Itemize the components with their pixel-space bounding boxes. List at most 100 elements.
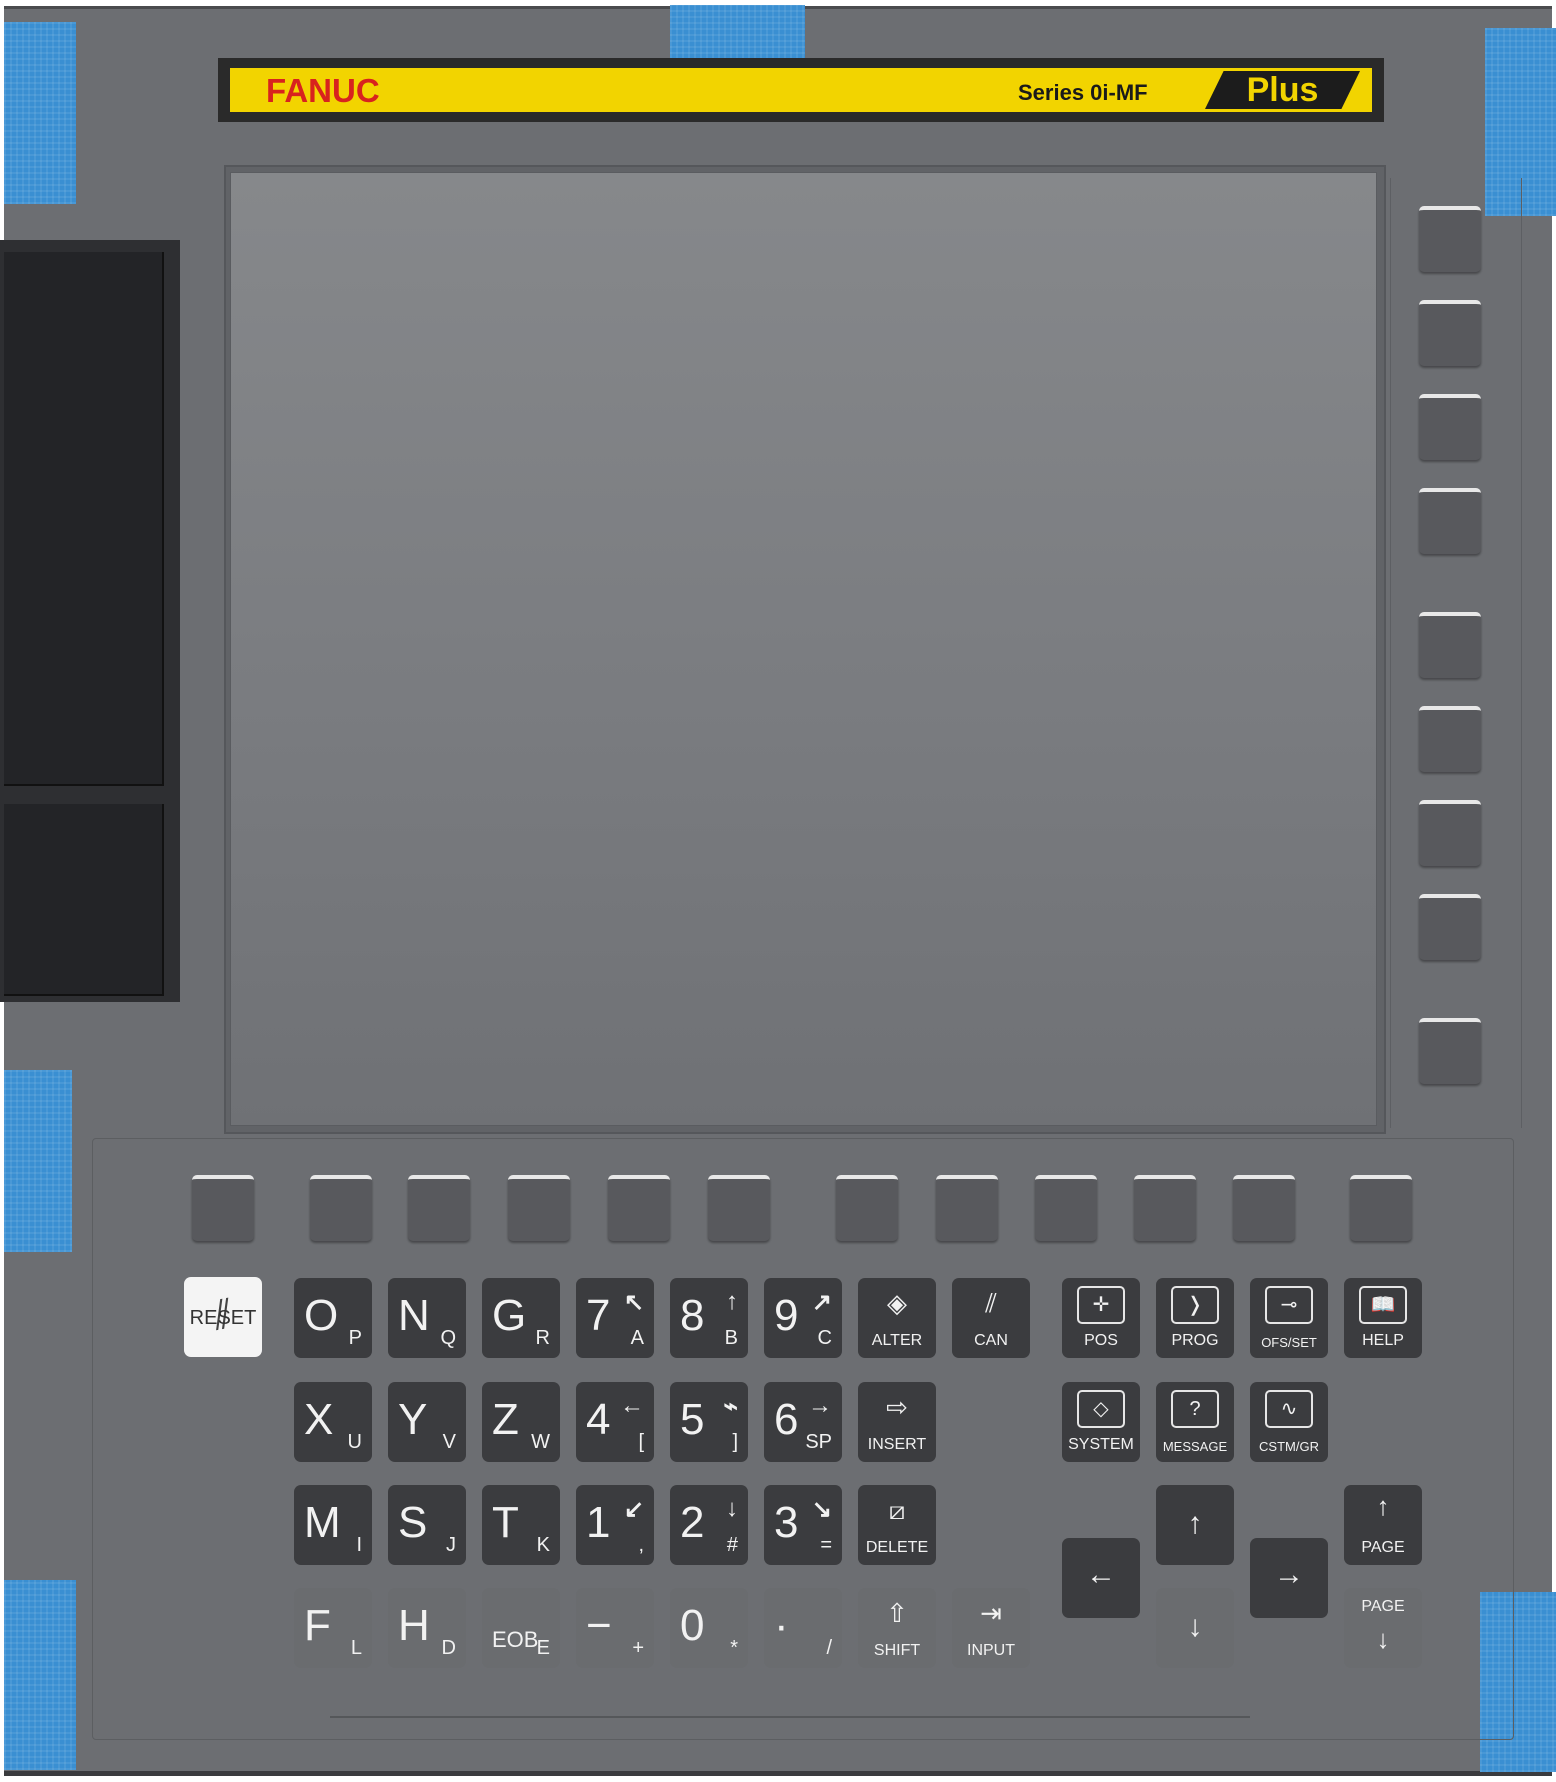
numeric-key[interactable]: 3 = ↘ <box>764 1485 842 1565</box>
page-down-arrow-icon: ↓ <box>1376 1624 1390 1654</box>
right-softkey[interactable] <box>1419 1018 1481 1084</box>
key-main-label: · <box>774 1601 789 1650</box>
fanuc-logo: FANUC <box>266 72 380 109</box>
insert-icon: ⇨ <box>886 1392 908 1422</box>
numeric-key[interactable]: − + <box>576 1588 654 1668</box>
system-icon: ◇ <box>1077 1390 1125 1428</box>
plus-label: Plus <box>1246 71 1319 109</box>
address-key[interactable]: OP <box>294 1278 372 1358</box>
key-main-label: O <box>304 1291 339 1340</box>
numeric-key[interactable]: 2 # ↓ <box>670 1485 748 1565</box>
address-key[interactable]: NQ <box>388 1278 466 1358</box>
address-key[interactable]: ZW <box>482 1382 560 1462</box>
can-icon: ⫽ <box>985 1288 997 1318</box>
insert-key[interactable]: ⇨ INSERT <box>858 1382 936 1462</box>
address-key[interactable]: FL <box>294 1588 372 1668</box>
address-key[interactable]: EOB E <box>482 1588 560 1668</box>
right-softkey[interactable] <box>1419 394 1481 460</box>
key-sub-label: , <box>638 1534 644 1556</box>
address-key[interactable]: MI <box>294 1485 372 1565</box>
numeric-key[interactable]: 4 [← <box>576 1382 654 1462</box>
cursor-up-key[interactable]: ↑ <box>1156 1485 1234 1565</box>
bottom-softkey[interactable] <box>708 1175 770 1241</box>
numeric-key[interactable]: 7 A ↖ <box>576 1278 654 1358</box>
bottom-softkey[interactable] <box>1233 1175 1295 1241</box>
reset-key[interactable]: ⫽ RESET <box>184 1277 262 1357</box>
alter-key[interactable]: ◈ ALTER <box>858 1278 936 1358</box>
numeric-key[interactable]: 9 C ↗ <box>764 1278 842 1358</box>
key-sub-label: C <box>817 1327 832 1349</box>
bottom-softkey[interactable] <box>192 1175 254 1241</box>
address-key[interactable]: HD <box>388 1588 466 1668</box>
bottom-softkey[interactable] <box>310 1175 372 1241</box>
bottom-softkey[interactable] <box>1035 1175 1097 1241</box>
address-key[interactable]: GR <box>482 1278 560 1358</box>
right-softkey[interactable] <box>1419 706 1481 772</box>
cursor-down-key[interactable]: ↓ <box>1156 1588 1234 1668</box>
function-key-cstm-gr[interactable]: ∿ CSTM/GR <box>1250 1382 1328 1462</box>
numeric-key[interactable]: 0 * <box>670 1588 748 1668</box>
key-sub-label: V <box>442 1431 456 1453</box>
plus-badge: Plus <box>1205 71 1360 109</box>
page-up-label: PAGE <box>1361 1539 1405 1556</box>
function-key-help[interactable]: 📖 HELP <box>1344 1278 1422 1358</box>
page-up-key[interactable]: ↑ PAGE <box>1344 1485 1422 1565</box>
usb-slot-cover[interactable] <box>4 804 164 996</box>
key-main-label: 7 <box>586 1291 611 1340</box>
bottom-softkey[interactable] <box>836 1175 898 1241</box>
key-main-label: EOB <box>492 1627 539 1652</box>
delete-key[interactable]: ⧄ DELETE <box>858 1485 936 1565</box>
left-slot-panel <box>0 240 180 1002</box>
can-key[interactable]: ⫽ CAN <box>952 1278 1030 1358</box>
numeric-key[interactable]: 1, ↙ <box>576 1485 654 1565</box>
key-main-label: 1 <box>586 1498 611 1547</box>
key-sub-label: = <box>820 1534 832 1556</box>
key-label: ALTER <box>871 1332 923 1349</box>
function-key-message[interactable]: ? MESSAGE <box>1156 1382 1234 1462</box>
right-softkey[interactable] <box>1419 488 1481 554</box>
address-key[interactable]: TK <box>482 1485 560 1565</box>
right-softkey[interactable] <box>1419 612 1481 678</box>
address-key[interactable]: SJ <box>388 1485 466 1565</box>
memory-card-slot-cover[interactable] <box>4 252 164 786</box>
function-key-pos[interactable]: ✛ POS <box>1062 1278 1140 1358</box>
page-down-key[interactable]: PAGE ↓ <box>1344 1588 1422 1668</box>
cursor-arrow-icon: ↙ <box>623 1496 644 1523</box>
function-key-prog[interactable]: ❭ PROG <box>1156 1278 1234 1358</box>
key-sub-label: L <box>350 1637 362 1659</box>
key-sub-label: W <box>531 1431 550 1453</box>
cursor-arrow-icon: ⌁ <box>723 1393 738 1420</box>
tape-top <box>670 5 805 60</box>
numeric-key[interactable]: 6 SP → <box>764 1382 842 1462</box>
arrow-up-icon: ↑ <box>1187 1507 1203 1540</box>
numeric-key[interactable]: 8 B ↑ <box>670 1278 748 1358</box>
bottom-softkey[interactable] <box>1134 1175 1196 1241</box>
right-softkey[interactable] <box>1419 800 1481 866</box>
key-label: SYSTEM <box>1068 1436 1134 1453</box>
bottom-softkey[interactable] <box>508 1175 570 1241</box>
key-main-label: Y <box>398 1395 428 1444</box>
bottom-softkey[interactable] <box>936 1175 998 1241</box>
input-key[interactable]: ⇥ INPUT <box>952 1588 1030 1668</box>
key-sub-label: + <box>632 1637 644 1659</box>
cursor-right-key[interactable]: → <box>1250 1538 1328 1618</box>
bottom-softkey[interactable] <box>608 1175 670 1241</box>
address-key[interactable]: YV <box>388 1382 466 1462</box>
cursor-left-key[interactable]: ← <box>1062 1538 1140 1618</box>
right-softkey[interactable] <box>1419 894 1481 960</box>
bottom-softkey[interactable] <box>1350 1175 1412 1241</box>
shift-key[interactable]: ⇧ SHIFT <box>858 1588 936 1668</box>
right-softkey[interactable] <box>1419 206 1481 272</box>
bottom-softkey[interactable] <box>408 1175 470 1241</box>
function-key-system[interactable]: ◇ SYSTEM <box>1062 1382 1140 1462</box>
key-sub-label: K <box>536 1534 550 1556</box>
address-key[interactable]: XU <box>294 1382 372 1462</box>
function-key-ofs-set[interactable]: ⊸ OFS/SET <box>1250 1278 1328 1358</box>
numeric-key[interactable]: 5] ⌁ <box>670 1382 748 1462</box>
key-label: MESSAGE <box>1162 1439 1228 1454</box>
right-softkey[interactable] <box>1419 300 1481 366</box>
key-sub-label: Q <box>440 1327 456 1349</box>
numeric-key[interactable]: · / <box>764 1588 842 1668</box>
key-sub-label: B <box>724 1327 738 1349</box>
key-sub-label: # <box>726 1534 738 1556</box>
